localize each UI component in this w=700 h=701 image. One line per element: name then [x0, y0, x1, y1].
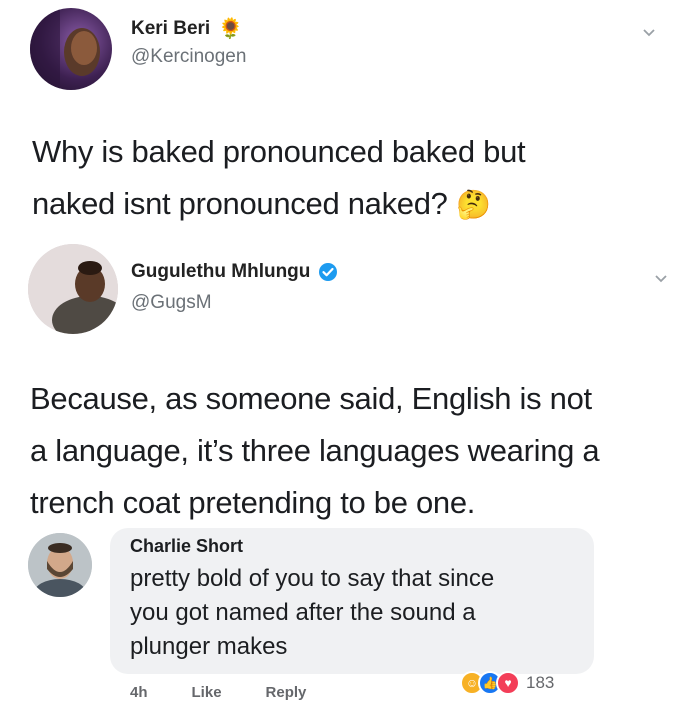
tweet2-handle[interactable]: @GugsM [131, 292, 212, 314]
avatar-photo [30, 8, 100, 90]
comment-text: pretty bold of you to say that since you… [130, 562, 580, 664]
comment-line2: you got named after the sound a [130, 599, 476, 626]
keri-beri-avatar[interactable] [30, 8, 112, 90]
like-button[interactable]: Like [192, 684, 222, 701]
chevron-down-icon[interactable] [654, 272, 668, 286]
tweet2-line3: trench coat pretending to be one. [30, 485, 476, 520]
reply-button[interactable]: Reply [266, 684, 307, 701]
chevron-down-icon[interactable] [642, 26, 656, 40]
tweet1-line2-text: naked isnt pronounced naked? [32, 186, 448, 221]
tweet2-line2: a language, it’s three languages wearing… [30, 433, 600, 468]
avatar-photo [28, 533, 92, 597]
tweet2-line1: Because, as someone said, English is not [30, 381, 592, 416]
tweet2-text: Because, as someone said, English is not… [30, 373, 600, 529]
tweet1-line1: Why is baked pronounced baked but [32, 134, 526, 169]
tweet1-handle[interactable]: @Kercinogen [131, 46, 246, 68]
comment-actions: 4h Like Reply [130, 684, 306, 701]
reaction-summary[interactable]: ☺ 👍 ♥ 183 [460, 671, 555, 695]
tweet1-author-name[interactable]: Keri Beri 🌻 [131, 16, 243, 41]
reaction-count: 183 [526, 673, 555, 692]
thinking-face-icon: 🤔 [455, 189, 491, 220]
tweet1-text: Why is baked pronounced baked but naked … [32, 126, 526, 231]
comment-line3: plunger makes [130, 633, 288, 660]
charlie-short-avatar[interactable] [28, 533, 92, 597]
love-reaction-icon: ♥ [496, 671, 520, 695]
author-name-text: Gugulethu Mhlungu [131, 261, 311, 282]
avatar-photo [28, 244, 118, 334]
tweet1-line2: naked isnt pronounced naked? 🤔 [32, 178, 525, 231]
verified-badge-icon [319, 263, 338, 281]
gugulethu-avatar[interactable] [28, 244, 118, 334]
author-name-text: Keri Beri [131, 17, 211, 39]
comment-line1: pretty bold of you to say that since [130, 565, 495, 592]
tweet2-author-name[interactable]: Gugulethu Mhlungu [131, 261, 338, 283]
comment-timestamp: 4h [130, 684, 148, 701]
comment-author-name[interactable]: Charlie Short [130, 536, 243, 557]
sunflower-icon: 🌻 [218, 18, 244, 40]
